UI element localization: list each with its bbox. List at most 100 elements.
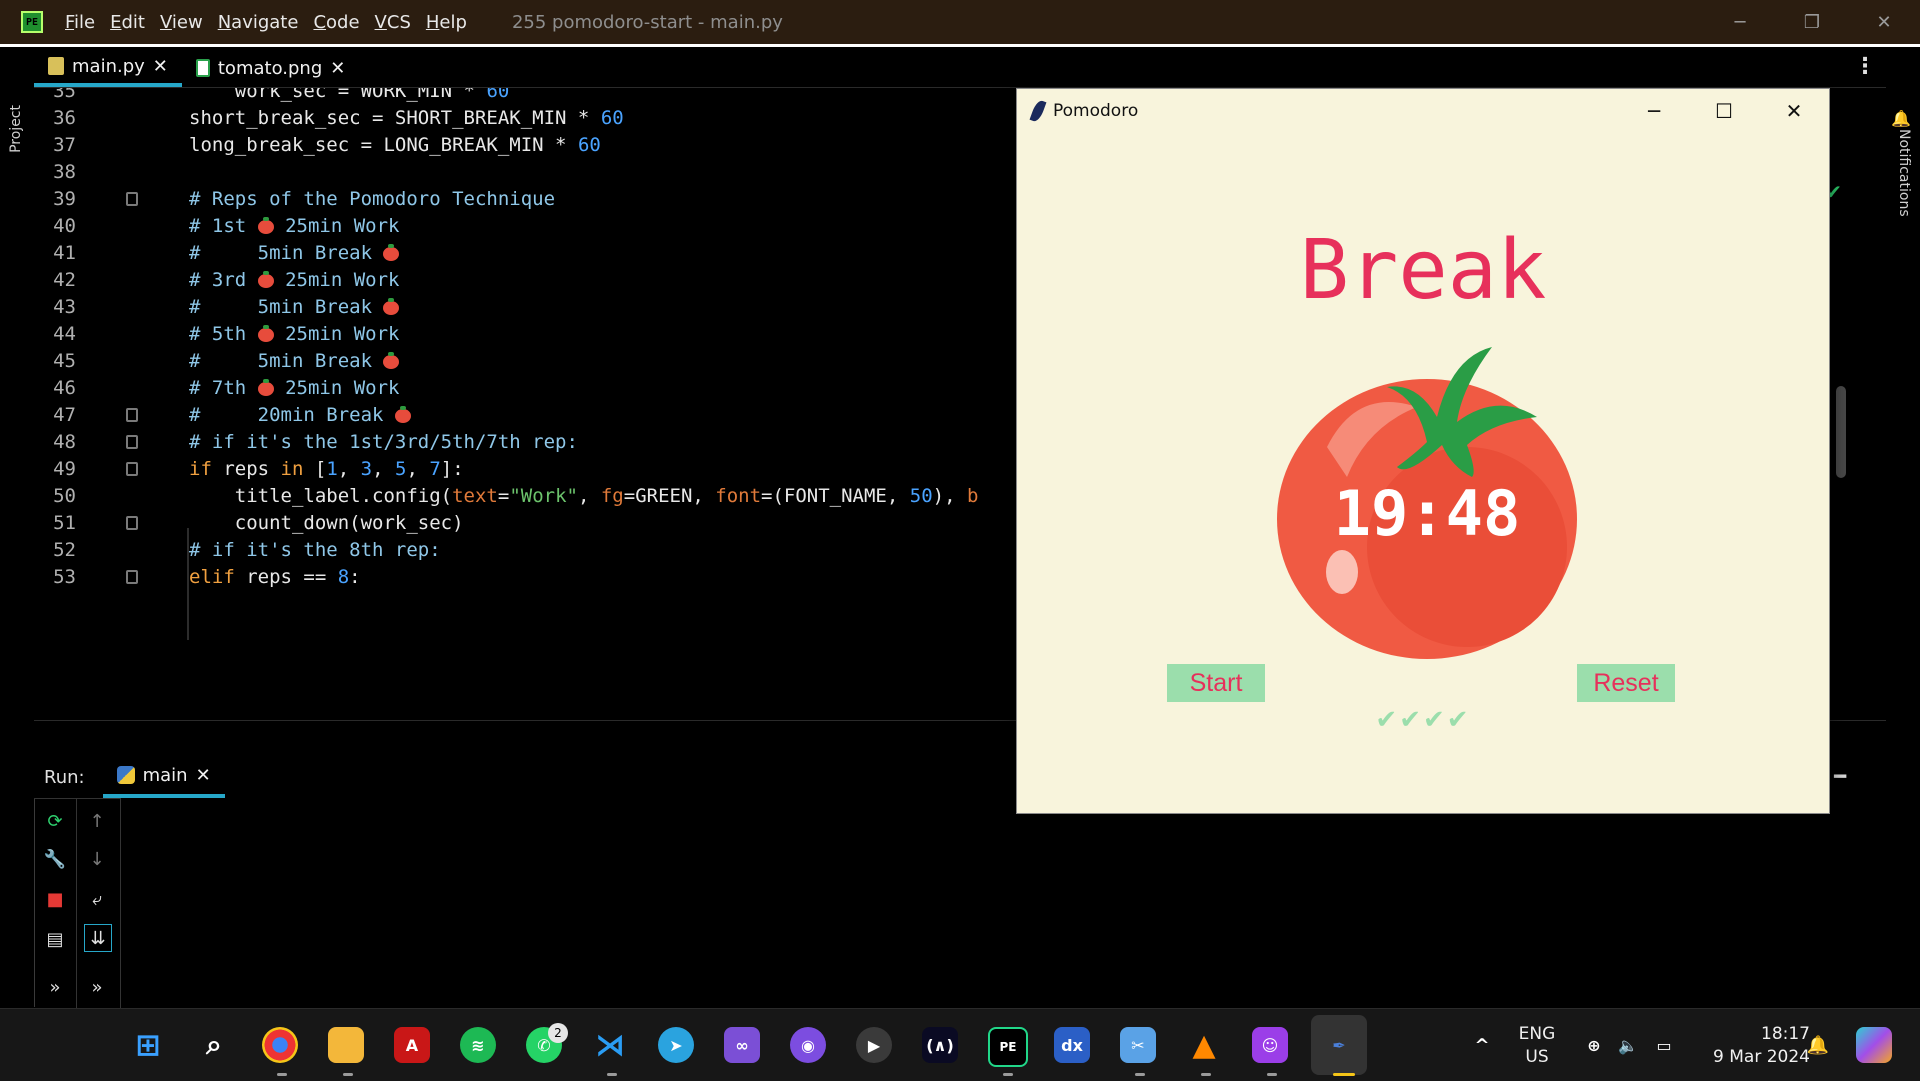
python-icon	[116, 766, 135, 784]
code-line: elif reps == 8:	[189, 566, 361, 588]
project-tool-button[interactable]: Project	[8, 105, 24, 153]
dxo-icon[interactable]: dx	[1054, 1027, 1090, 1063]
countdown-timer: 19:48	[1333, 477, 1521, 550]
notification-center-icon[interactable]: 🔔	[1800, 1027, 1836, 1063]
media-player-icon[interactable]: ▶	[856, 1027, 892, 1063]
wrench-icon[interactable]: 🔧	[42, 846, 68, 872]
reset-button[interactable]: Reset	[1577, 664, 1675, 702]
start-icon[interactable]: ⊞	[130, 1027, 166, 1063]
clock[interactable]: 18:17 9 Mar 2024	[1700, 1023, 1810, 1069]
window-title: 255 pomodoro-start - main.py	[511, 11, 783, 33]
more-tools-icon[interactable]: »	[84, 974, 110, 1000]
network-icon[interactable]: ⊕	[1576, 1027, 1612, 1063]
tomato-emoji-icon	[257, 270, 274, 288]
start-button[interactable]: Start	[1167, 664, 1265, 702]
notifications-tool-button[interactable]: Notifications	[1896, 129, 1912, 217]
pomodoro-title-bar: Pomodoro ─ ☐ ✕	[1017, 89, 1829, 133]
pomodoro-minimize-button[interactable]: ─	[1619, 89, 1689, 133]
tab-label: tomato.png	[217, 57, 323, 79]
tomato-emoji-icon	[257, 378, 274, 396]
menu-code[interactable]: Code	[313, 12, 359, 33]
layout-icon[interactable]: ▤	[42, 926, 68, 952]
close-button[interactable]: ✕	[1848, 0, 1920, 44]
run-console-output[interactable]	[121, 798, 1886, 1008]
tab-main-py[interactable]: main.py ✕	[34, 49, 182, 87]
soft-wrap-icon[interactable]: ⤶	[84, 886, 110, 912]
snipping-icon[interactable]: ✂	[1120, 1027, 1156, 1063]
left-tool-strip: Project	[0, 47, 35, 1007]
run-tab-main[interactable]: main ✕	[102, 756, 225, 798]
tray-overflow-icon[interactable]: ^	[1464, 1027, 1500, 1063]
vscode-icon[interactable]: ⋊	[592, 1027, 628, 1063]
scroll-to-end-icon[interactable]: ⇊	[84, 924, 112, 952]
close-tab-icon[interactable]: ✕	[153, 56, 168, 77]
ide-title-bar: PE File Edit View Navigate Code VCS Help…	[0, 0, 1920, 44]
menu-help[interactable]: Help	[426, 12, 467, 33]
copilot-icon[interactable]	[1856, 1027, 1892, 1063]
run-toolbar-primary: ⟳ 🔧 ■ ▤ »	[34, 798, 77, 1008]
search-icon[interactable]: ⌕	[196, 1027, 232, 1063]
windows-taskbar: ⊞ ⌕ A ≋ ✆ 2 ⋊ ➤ ∞ ◉ ▶ (∧) PE dx ✂ ▲ ☺ ✒ …	[0, 1008, 1920, 1081]
tab-tomato-png[interactable]: tomato.png ✕	[182, 49, 359, 87]
scroll-down-icon[interactable]: ↓	[84, 846, 110, 872]
tomato-emoji-icon	[383, 351, 400, 369]
menu-vcs[interactable]: VCS	[375, 12, 411, 33]
battery-icon[interactable]: ▭	[1646, 1027, 1682, 1063]
menu-edit[interactable]: Edit	[110, 12, 145, 33]
tomato-emoji-icon	[394, 405, 411, 423]
rerun-icon[interactable]: ⟳	[42, 808, 68, 834]
pomodoro-window: Pomodoro ─ ☐ ✕ Break 19:48 Start Reset ✔…	[1016, 88, 1830, 814]
menu-bar: File Edit View Navigate Code VCS Help	[65, 12, 482, 33]
timer-title-label: Break	[1299, 223, 1547, 318]
editor-scrollbar[interactable]	[1836, 386, 1846, 478]
editor-tabs: main.py ✕ tomato.png ✕	[34, 47, 1886, 88]
freecodecamp-icon[interactable]: (∧)	[922, 1027, 958, 1063]
volume-icon[interactable]: 🔈	[1610, 1027, 1646, 1063]
github-desktop-icon[interactable]: ◉	[790, 1027, 826, 1063]
session-check-marks: ✔✔✔✔	[1375, 705, 1471, 735]
tomato-emoji-icon	[383, 243, 400, 261]
file-explorer-icon[interactable]	[328, 1027, 364, 1063]
tomato-emoji-icon	[383, 297, 400, 315]
python-file-icon	[48, 57, 64, 75]
run-toolbar-secondary: ↑ ↓ ⤶ ⇊ »	[76, 798, 121, 1008]
menu-view[interactable]: View	[160, 12, 203, 33]
menu-navigate[interactable]: Navigate	[218, 12, 299, 33]
chrome-icon[interactable]	[262, 1027, 298, 1063]
restore-button[interactable]: ❐	[1776, 0, 1848, 44]
code-line: long_break_sec = LONG_BREAK_MIN * 60	[189, 134, 601, 156]
whatsapp-badge: 2	[548, 1023, 568, 1043]
pomodoro-close-button[interactable]: ✕	[1759, 89, 1829, 133]
pomodoro-maximize-button[interactable]: ☐	[1689, 89, 1759, 133]
menu-file[interactable]: File	[65, 12, 95, 33]
right-tool-strip: 🔔 Notifications	[1885, 47, 1920, 1007]
tomato-emoji-icon	[257, 324, 274, 342]
language-indicator[interactable]: ENG US	[1515, 1023, 1559, 1069]
stop-icon[interactable]: ■	[42, 886, 68, 912]
pomodoro-window-title: Pomodoro	[1053, 101, 1139, 121]
pycharm-icon[interactable]: PE	[988, 1027, 1028, 1067]
image-file-icon	[195, 59, 210, 77]
visual-studio-icon[interactable]: ∞	[724, 1027, 760, 1063]
pycharm-logo-icon[interactable]: PE	[21, 11, 43, 33]
more-tools-icon[interactable]: »	[42, 974, 68, 1000]
chat-icon[interactable]: ☺	[1252, 1027, 1288, 1063]
python-feather-icon[interactable]: ✒	[1321, 1027, 1357, 1063]
run-label: Run:	[44, 766, 85, 788]
spotify-icon[interactable]: ≋	[460, 1027, 496, 1063]
window-controls: ─ ❐ ✕	[1704, 0, 1920, 44]
close-run-tab-icon[interactable]: ✕	[196, 765, 211, 786]
minimize-button[interactable]: ─	[1704, 0, 1776, 44]
hide-panel-icon[interactable]: ━	[1834, 764, 1846, 788]
acrobat-icon[interactable]: A	[394, 1027, 430, 1063]
more-options-icon[interactable]: ⋮	[1854, 54, 1876, 79]
notification-bell-icon[interactable]: 🔔	[1891, 109, 1911, 128]
run-tab-label: main	[142, 764, 188, 786]
close-tab-icon[interactable]: ✕	[330, 58, 345, 79]
telegram-icon[interactable]: ➤	[658, 1027, 694, 1063]
vlc-icon[interactable]: ▲	[1186, 1027, 1222, 1063]
tk-feather-icon	[1029, 98, 1047, 124]
scroll-up-icon[interactable]: ↑	[84, 808, 110, 834]
tomato-emoji-icon	[257, 216, 274, 234]
tab-label: main.py	[72, 55, 145, 77]
